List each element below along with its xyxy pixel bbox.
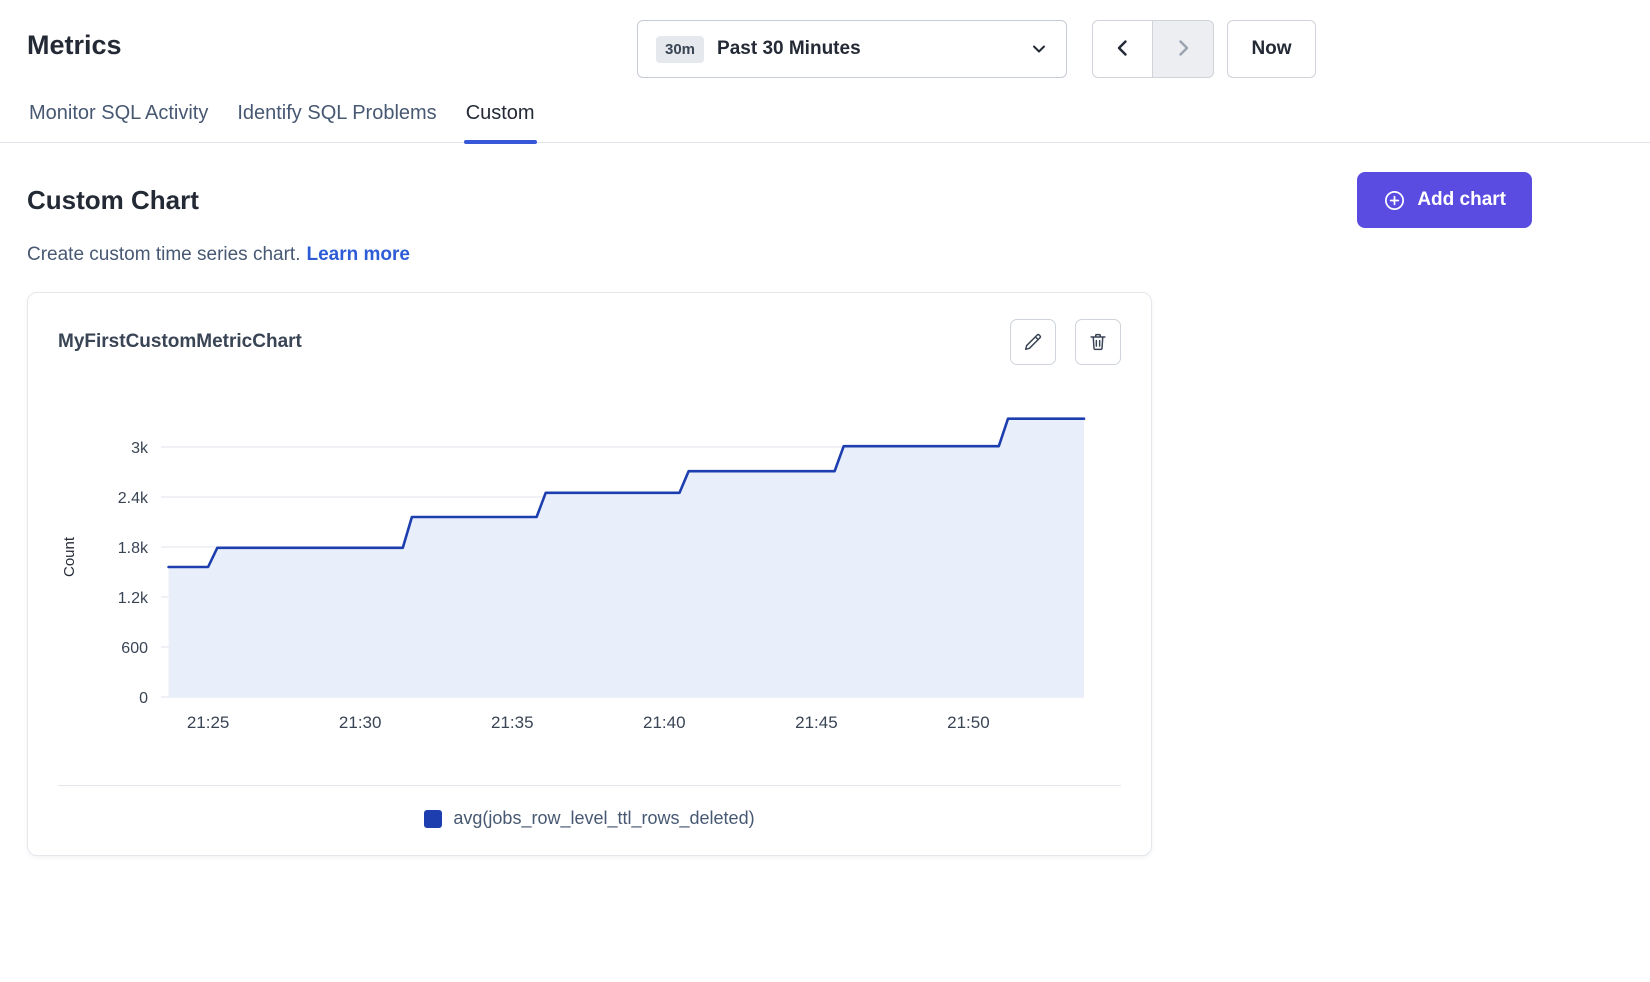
learn-more-link[interactable]: Learn more [306, 244, 409, 265]
pencil-icon [1022, 331, 1044, 353]
section-title: Custom Chart [27, 185, 199, 216]
svg-text:2.4k: 2.4k [118, 490, 149, 507]
svg-text:600: 600 [121, 640, 148, 657]
add-chart-label: Add chart [1417, 189, 1506, 211]
legend-swatch [424, 810, 442, 828]
chart-title: MyFirstCustomMetricChart [58, 319, 302, 353]
page-header: Metrics 30m Past 30 Minutes Now [0, 0, 1650, 96]
svg-text:21:40: 21:40 [643, 713, 686, 732]
chart-legend[interactable]: avg(jobs_row_level_ttl_rows_deleted) [58, 808, 1121, 829]
time-forward-button[interactable] [1153, 20, 1214, 78]
chart-card-header: MyFirstCustomMetricChart [58, 319, 1121, 365]
svg-text:21:35: 21:35 [491, 713, 534, 732]
svg-text:21:45: 21:45 [795, 713, 838, 732]
delete-chart-button[interactable] [1075, 319, 1121, 365]
add-chart-button[interactable]: Add chart [1357, 172, 1532, 228]
time-range-selector[interactable]: 30m Past 30 Minutes [637, 20, 1067, 78]
legend-label: avg(jobs_row_level_ttl_rows_deleted) [453, 808, 754, 829]
time-back-button[interactable] [1092, 20, 1153, 78]
section-subtitle: Create custom time series chart. Learn mo… [27, 244, 1650, 266]
custom-chart-section-head: Custom Chart Add chart [0, 172, 1650, 228]
time-range-badge: 30m [656, 36, 704, 63]
svg-text:21:30: 21:30 [339, 713, 382, 732]
custom-metric-chart: 0 600 1.2k 1.8k 2.4k 3k 21:25 21:30 21:35 21:40 21… [58, 387, 1123, 737]
plus-circle-icon [1383, 189, 1406, 212]
svg-text:21:50: 21:50 [947, 713, 990, 732]
svg-text:1.2k: 1.2k [118, 590, 149, 607]
chart-card-actions [1010, 319, 1121, 365]
tab-custom[interactable]: Custom [464, 96, 537, 142]
card-divider [58, 785, 1121, 786]
page-title: Metrics [27, 30, 122, 61]
tab-bar: Monitor SQL Activity Identify SQL Proble… [0, 96, 1650, 143]
edit-chart-button[interactable] [1010, 319, 1056, 365]
svg-text:3k: 3k [131, 440, 149, 457]
chevron-right-icon [1171, 36, 1195, 63]
chart-card: MyFirstCustomMetricChart 0 600 1.2k 1.8k 2.4… [27, 292, 1152, 856]
chevron-down-icon [1030, 40, 1048, 58]
svg-text:0: 0 [139, 690, 148, 707]
now-button[interactable]: Now [1227, 20, 1316, 78]
chevron-left-icon [1111, 36, 1135, 63]
svg-text:Count: Count [61, 536, 78, 577]
svg-text:21:25: 21:25 [187, 713, 230, 732]
svg-text:1.8k: 1.8k [118, 540, 149, 557]
time-range-label: Past 30 Minutes [717, 38, 1017, 60]
time-nav-group [1092, 20, 1214, 78]
trash-icon [1087, 331, 1109, 353]
tab-identify-sql-problems[interactable]: Identify SQL Problems [235, 96, 438, 142]
subtitle-text: Create custom time series chart. [27, 244, 300, 265]
tab-monitor-sql-activity[interactable]: Monitor SQL Activity [27, 96, 210, 142]
